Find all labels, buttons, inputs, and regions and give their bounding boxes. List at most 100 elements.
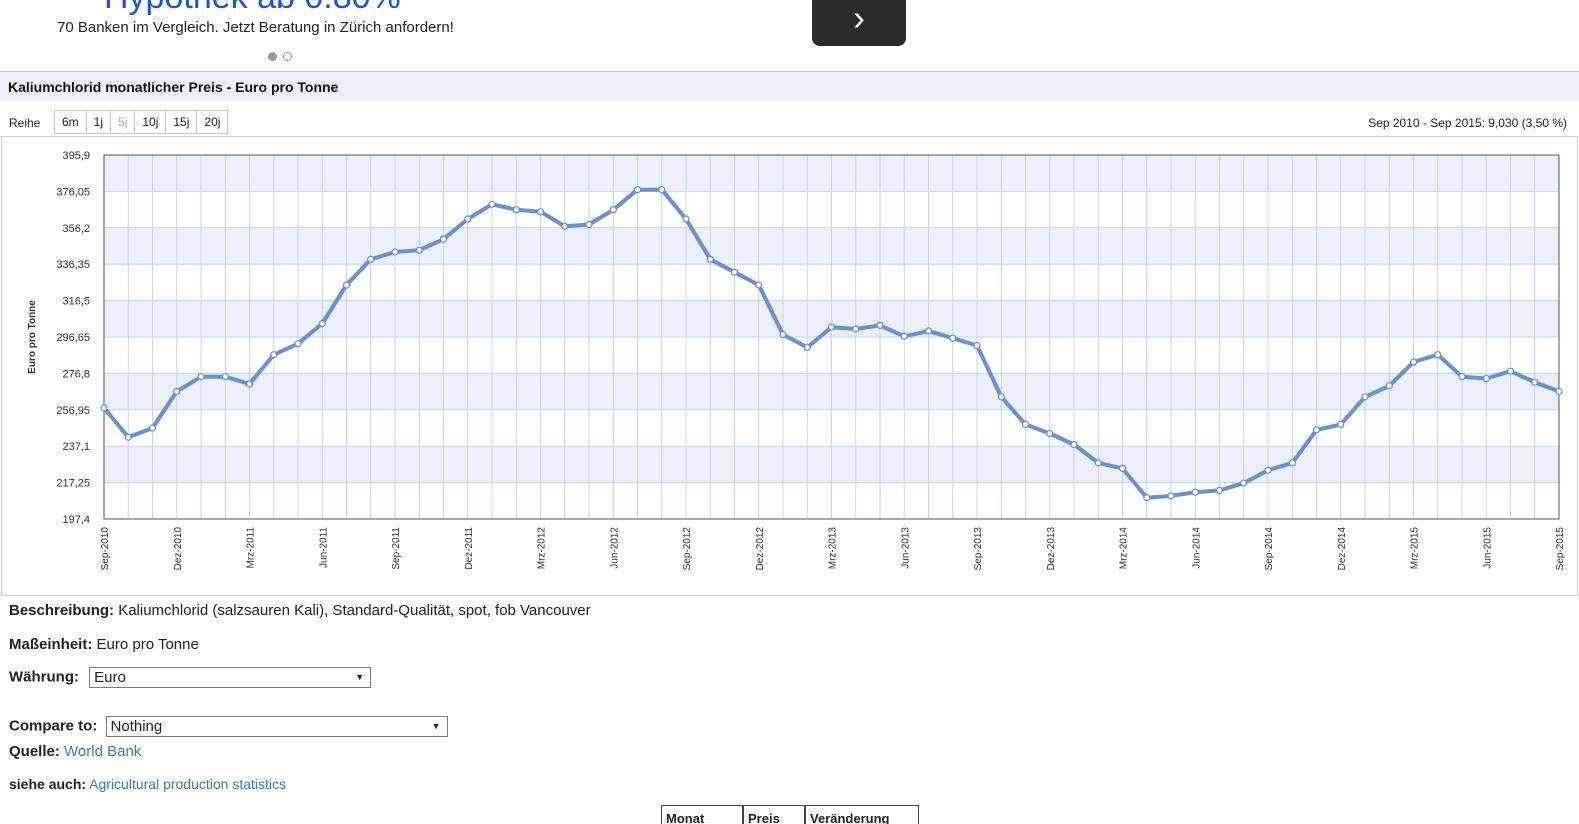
data-point — [949, 334, 957, 342]
x-tick-label: Dez-2013 — [1046, 527, 1057, 571]
range-button-6m[interactable]: 6m — [54, 110, 87, 134]
source-row: Quelle: World Bank — [9, 743, 141, 760]
y-tick-label: 197,4 — [62, 514, 90, 526]
data-point — [633, 186, 642, 194]
x-tick-label: Sep-2013 — [973, 527, 984, 571]
data-point — [124, 433, 132, 441]
x-tick-label: Jun-2015 — [1482, 527, 1493, 569]
range-button-15j[interactable]: 15j — [165, 110, 198, 134]
y-tick-label: 237,1 — [62, 441, 90, 453]
x-tick-label: Dez-2012 — [755, 527, 766, 571]
x-tick-label: Sep-2012 — [682, 527, 693, 571]
description-label: Beschreibung: — [9, 602, 115, 619]
range-selector-row: Reihe 6m 1j 5j 10j 15j 20j Sep 2010 - Se… — [0, 110, 1579, 136]
carousel-dot-active[interactable] — [268, 52, 277, 62]
x-tick-label: Mrz-2012 — [537, 527, 548, 570]
see-also-link[interactable]: Agricultural production statistics — [89, 776, 286, 792]
description-value: Kaliumchlorid (salzsauren Kali), Standar… — [118, 602, 591, 619]
chart-title-bar: Kaliumchlorid monatlicher Preis - Euro p… — [0, 71, 1579, 101]
data-point — [173, 387, 181, 395]
data-point — [1409, 358, 1418, 366]
currency-select[interactable]: Euro ▼ — [89, 667, 372, 688]
range-button-1j[interactable]: 1j — [85, 110, 112, 134]
data-point — [682, 215, 690, 223]
data-point — [585, 220, 593, 229]
data-point — [973, 341, 981, 350]
data-point — [706, 255, 714, 263]
x-tick-label: Sep-2011 — [391, 527, 402, 570]
y-tick-label: 276,8 — [62, 368, 90, 380]
source-link[interactable]: World Bank — [64, 743, 141, 760]
ad-carousel-dots[interactable] — [268, 48, 298, 66]
data-point — [1555, 387, 1563, 395]
data-point — [1191, 488, 1199, 496]
data-point — [803, 343, 811, 351]
data-point — [997, 393, 1005, 401]
data-point — [512, 206, 520, 214]
data-point — [367, 255, 375, 263]
data-point — [1506, 367, 1515, 375]
data-point — [876, 321, 884, 329]
currency-label: Währung: — [9, 668, 79, 686]
compare-label: Compare to: — [9, 717, 98, 735]
currency-select-value: Euro — [94, 669, 126, 686]
ad-headline[interactable]: Hypothek ab 0.80% — [104, 0, 401, 17]
data-point — [536, 208, 545, 216]
data-point — [439, 235, 448, 243]
x-tick-label: Dez-2014 — [1337, 527, 1348, 571]
data-point — [318, 319, 326, 328]
data-point — [1070, 440, 1078, 449]
data-point — [1434, 351, 1442, 359]
data-point — [342, 281, 351, 289]
table-header-price[interactable]: Preis — [743, 805, 805, 824]
y-tick-label: 316,5 — [62, 296, 90, 308]
carousel-dot[interactable] — [283, 52, 292, 62]
range-button-10j[interactable]: 10j — [134, 110, 167, 134]
data-point — [1385, 382, 1393, 390]
data-point — [148, 424, 157, 432]
data-point — [197, 373, 205, 381]
range-button-5j[interactable]: 5j — [110, 110, 136, 134]
data-point — [1118, 464, 1127, 472]
data-point — [658, 186, 666, 194]
see-also-label: siehe auch: — [9, 776, 87, 792]
unit-row: Maßeinheit: Euro pro Tonne — [9, 636, 199, 653]
data-point — [1167, 492, 1175, 500]
compare-row: Compare to: Nothing ▼ — [9, 716, 448, 737]
ad-subline: 70 Banken im Vergleich. Jetzt Beratung i… — [57, 19, 454, 36]
compare-select-value: Nothing — [110, 718, 163, 735]
data-point — [1361, 393, 1369, 401]
chevron-down-icon: ▼ — [355, 672, 365, 682]
table-header-month[interactable]: Monat — [661, 805, 743, 824]
chart-title: Kaliumchlorid monatlicher Preis - Euro p… — [8, 79, 339, 95]
table-header-change[interactable]: Veränderung — [805, 805, 919, 824]
data-point — [1143, 494, 1151, 502]
y-tick-label: 256,95 — [56, 405, 90, 417]
see-also-row: siehe auch: Agricultural production stat… — [9, 776, 286, 792]
data-point — [1094, 459, 1102, 467]
data-point — [561, 222, 569, 230]
ad-banner[interactable]: Hypothek ab 0.80% 70 Banken im Vergleich… — [0, 0, 1579, 70]
y-tick-label: 395,9 — [62, 150, 90, 162]
price-line-chart[interactable]: 395,9 376,05 356,2 336,35 316,5 296,65 276,8 25… — [2, 137, 1577, 595]
y-tick-label: 336,35 — [56, 259, 90, 271]
ad-next-arrow-button[interactable]: › — [812, 0, 906, 46]
x-tick-label: Jun-2011 — [318, 527, 329, 568]
x-tick-label: Mrz-2015 — [1410, 527, 1421, 570]
description-row: Beschreibung: Kaliumchlorid (salzsauren … — [9, 602, 591, 619]
data-point — [488, 200, 496, 208]
source-label: Quelle: — [9, 743, 60, 760]
x-tick-label: Jun-2014 — [1191, 527, 1202, 569]
data-point — [1046, 429, 1054, 438]
reihe-label: Reihe — [9, 116, 41, 130]
unit-label: Maßeinheit: — [9, 636, 93, 653]
range-button-20j[interactable]: 20j — [196, 110, 229, 134]
x-tick-label: Sep-2014 — [1264, 527, 1275, 571]
x-tick-label: Sep-2015 — [1555, 527, 1566, 571]
data-point — [924, 327, 933, 335]
compare-select[interactable]: Nothing ▼ — [105, 716, 448, 737]
data-point — [270, 351, 278, 359]
data-point — [1458, 373, 1466, 381]
data-point — [827, 323, 836, 331]
data-point — [294, 340, 302, 348]
